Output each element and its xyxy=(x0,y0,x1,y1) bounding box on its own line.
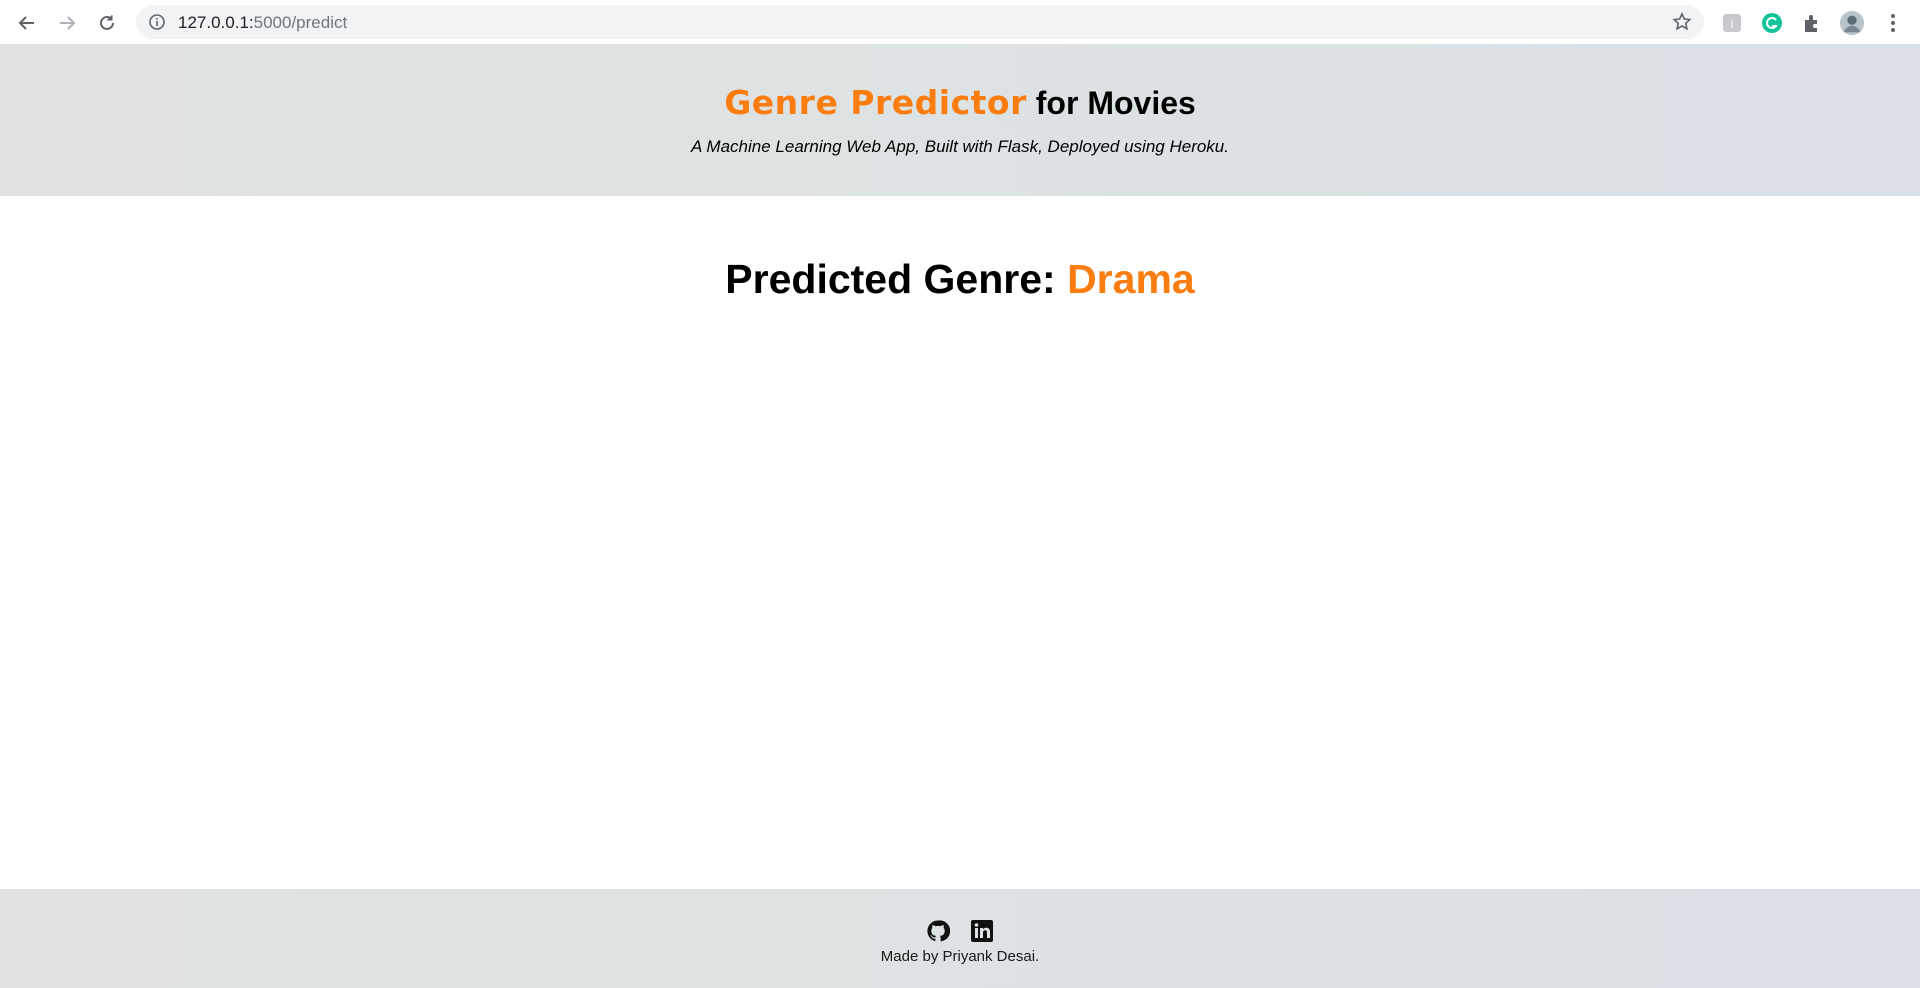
predicted-genre: Drama xyxy=(1067,256,1195,302)
forward-icon[interactable] xyxy=(54,10,80,36)
star-icon[interactable] xyxy=(1672,12,1692,37)
browser-toolbar: 127.0.0.1:5000/predict i xyxy=(0,0,1920,45)
address-bar[interactable]: 127.0.0.1:5000/predict xyxy=(136,5,1704,39)
url-host: 127.0.0.1: xyxy=(178,13,254,32)
svg-text:i: i xyxy=(1731,17,1734,31)
url-text[interactable]: 127.0.0.1:5000/predict xyxy=(178,13,347,33)
reload-icon[interactable] xyxy=(94,10,120,36)
prediction-label: Predicted Genre: xyxy=(725,256,1068,302)
puzzle-icon[interactable] xyxy=(1799,10,1825,36)
back-icon[interactable] xyxy=(14,10,40,36)
github-icon[interactable] xyxy=(926,919,951,943)
linkedin-icon[interactable] xyxy=(970,919,994,943)
site-header: Genre Predictor for Movies A Machine Lea… xyxy=(0,45,1920,196)
title-rest: for Movies xyxy=(1026,85,1196,121)
menu-icon[interactable] xyxy=(1880,10,1906,36)
brand-name: Genre Predictor xyxy=(724,83,1027,122)
url-path: 5000/predict xyxy=(253,13,348,32)
extension-icon[interactable]: i xyxy=(1719,10,1745,36)
site-subtitle: A Machine Learning Web App, Built with F… xyxy=(691,137,1229,156)
site-title: Genre Predictor for Movies xyxy=(0,83,1920,122)
footer-credit: Made by Priyank Desai. xyxy=(880,948,1040,965)
prediction-result: Predicted Genre: Drama xyxy=(0,256,1920,303)
info-icon[interactable] xyxy=(148,13,166,36)
profile-avatar[interactable] xyxy=(1839,10,1865,36)
grammarly-icon[interactable] xyxy=(1759,10,1785,36)
site-footer: Made by Priyank Desai. xyxy=(0,889,1920,988)
